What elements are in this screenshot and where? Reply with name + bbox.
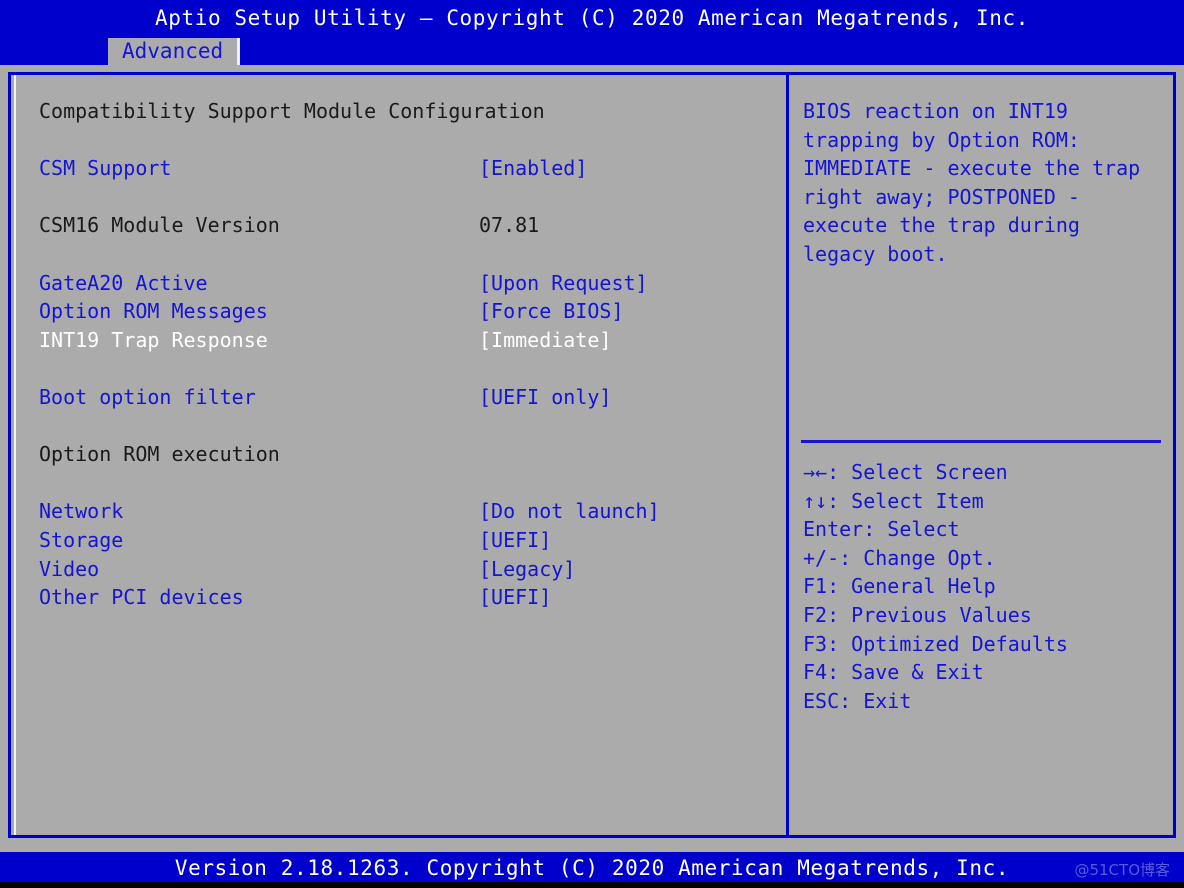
setting-label: GateA20 Active <box>39 270 208 295</box>
legend-row: F1: General Help <box>803 572 1163 601</box>
legend-label: : Select Screen <box>827 460 1008 484</box>
legend-label: : Save & Exit <box>827 660 984 685</box>
setting-label: Option ROM Messages <box>39 299 268 324</box>
row-gap <box>39 183 769 212</box>
help-separator <box>801 440 1161 443</box>
legend-label: : Select <box>863 517 960 542</box>
setting-row[interactable]: CSM16 Module Version 07.81 <box>39 211 769 240</box>
setting-label: Video <box>39 556 100 581</box>
group-title-text: Option ROM execution <box>39 442 280 467</box>
row-gap <box>39 412 769 441</box>
legend-row: F4: Save & Exit <box>803 658 1163 687</box>
setting-value[interactable]: [Force BIOS] <box>479 297 624 326</box>
setting-label: Boot option filter <box>39 384 256 409</box>
section-title: Compatibility Support Module Configurati… <box>39 97 769 126</box>
setting-label: Network <box>39 499 124 524</box>
legend-label: : Previous Values <box>827 602 1032 627</box>
title-bar: Aptio Setup Utility – Copyright (C) 2020… <box>0 0 1184 38</box>
setting-label: Storage <box>39 527 124 552</box>
legend-label: : Optimized Defaults <box>827 631 1068 656</box>
setting-value[interactable]: [Upon Request] <box>479 269 648 298</box>
legend-row: →←: Select Screen <box>803 458 1163 487</box>
legend-label: : Exit <box>839 688 912 713</box>
row-gap <box>39 126 769 155</box>
legend-row: +/-: Change Opt. <box>803 544 1163 573</box>
legend-key: F4 <box>803 660 828 685</box>
watermark: @51CTO博客 <box>1074 861 1170 879</box>
window-title: Aptio Setup Utility – Copyright (C) 2020… <box>154 6 1030 30</box>
legend-key: F3 <box>803 631 828 656</box>
setting-value[interactable]: [Immediate] <box>479 326 611 355</box>
screen-bottom-edge <box>0 882 1184 888</box>
legend-key: →← <box>803 460 828 484</box>
legend-row: F2: Previous Values <box>803 601 1163 630</box>
legend-key: F2 <box>803 602 828 627</box>
row-gap <box>39 240 769 269</box>
footer-bar: Version 2.18.1263. Copyright (C) 2020 Am… <box>0 852 1184 882</box>
setting-row[interactable]: GateA20 Active [Upon Request] <box>39 269 769 298</box>
setting-value[interactable]: [Enabled] <box>479 154 587 183</box>
legend-key: +/- <box>803 545 840 570</box>
setting-label: INT19 Trap Response <box>39 327 268 352</box>
setting-value[interactable]: [UEFI only] <box>479 383 611 412</box>
row-gap <box>39 469 769 498</box>
key-legend: →←: Select Screen ↑↓: Select Item Enter: S… <box>803 458 1163 715</box>
legend-label: : Select Item <box>827 488 984 513</box>
setting-value[interactable]: [UEFI] <box>479 583 551 612</box>
legend-key: Enter <box>803 517 864 542</box>
legend-key: ↑↓ <box>803 488 828 513</box>
tab-advanced[interactable]: Advanced <box>108 38 241 65</box>
help-panel: BIOS reaction on INT19 trapping by Optio… <box>786 72 1176 838</box>
setting-value[interactable]: [UEFI] <box>479 526 551 555</box>
setting-row[interactable]: Video [Legacy] <box>39 555 769 584</box>
bios-setup-screen: Aptio Setup Utility – Copyright (C) 2020… <box>0 0 1184 888</box>
legend-key: ESC <box>803 688 840 713</box>
version-text: Version 2.18.1263. Copyright (C) 2020 Am… <box>174 856 1010 880</box>
section-title-text: Compatibility Support Module Configurati… <box>39 99 545 123</box>
setting-row[interactable]: Other PCI devices [UEFI] <box>39 583 769 612</box>
settings-panel: Compatibility Support Module Configurati… <box>8 72 787 838</box>
setting-label: CSM Support <box>39 156 172 181</box>
legend-label: : Change Opt. <box>839 545 996 570</box>
setting-row[interactable]: CSM Support [Enabled] <box>39 154 769 183</box>
setting-label: Other PCI devices <box>39 585 244 610</box>
settings-list: Compatibility Support Module Configurati… <box>39 97 769 612</box>
setting-row[interactable]: INT19 Trap Response [Immediate] <box>39 326 769 355</box>
legend-key: F1 <box>803 574 828 599</box>
setting-value[interactable]: [Legacy] <box>479 555 575 584</box>
legend-row: ESC: Exit <box>803 687 1163 716</box>
row-gap <box>39 354 769 383</box>
legend-row: Enter: Select <box>803 515 1163 544</box>
legend-row: F3: Optimized Defaults <box>803 630 1163 659</box>
setting-row[interactable]: Option ROM Messages [Force BIOS] <box>39 297 769 326</box>
setting-row[interactable]: Network [Do not launch] <box>39 497 769 526</box>
help-description: BIOS reaction on INT19 trapping by Optio… <box>803 99 1153 266</box>
setting-row[interactable]: Boot option filter [UEFI only] <box>39 383 769 412</box>
setting-label: CSM16 Module Version <box>39 213 280 238</box>
setting-row[interactable]: Storage [UEFI] <box>39 526 769 555</box>
setting-value[interactable]: [Do not launch] <box>479 497 660 526</box>
legend-label: : General Help <box>827 574 996 599</box>
legend-row: ↑↓: Select Item <box>803 487 1163 516</box>
group-title: Option ROM execution <box>39 440 769 469</box>
setting-value[interactable]: 07.81 <box>479 211 539 240</box>
